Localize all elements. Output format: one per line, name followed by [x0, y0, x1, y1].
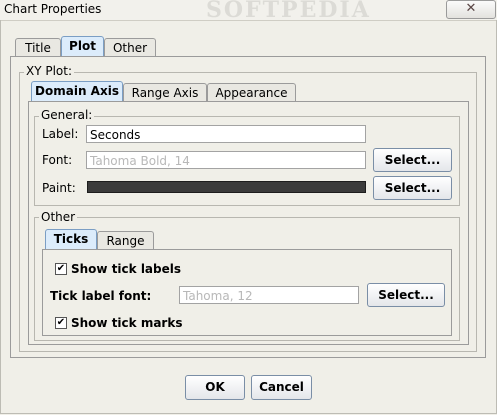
paint-caption: Paint: [42, 181, 76, 195]
checkmark-icon: ✔ [56, 317, 66, 328]
tick-font-display: Tahoma, 12 [179, 286, 359, 304]
tick-font-select-button[interactable]: Select... [367, 283, 445, 307]
tab-plot-label: Plot [69, 39, 96, 53]
tab-domain-axis[interactable]: Domain Axis [31, 81, 123, 101]
tab-appearance[interactable]: Appearance [207, 83, 296, 101]
show-tick-labels-label: Show tick labels [71, 262, 182, 276]
tab-title[interactable]: Title [15, 38, 61, 56]
paint-select-button[interactable]: Select... [373, 176, 452, 200]
tab-other[interactable]: Other [104, 38, 156, 56]
tab-range-label: Range [106, 234, 145, 248]
show-tick-marks-checkbox[interactable]: ✔ [55, 317, 67, 329]
general-title: General: [39, 108, 95, 122]
tick-font-caption: Tick label font: [50, 289, 152, 303]
other-title: Other [39, 210, 78, 224]
label-input[interactable]: Seconds [86, 125, 366, 143]
tab-domain-axis-label: Domain Axis [35, 84, 119, 98]
close-button[interactable]: ✕ [446, 0, 496, 19]
tab-title-label: Title [25, 41, 51, 55]
xy-plot-title: XY Plot: [24, 64, 75, 78]
tab-range-axis-label: Range Axis [131, 86, 199, 100]
font-caption: Font: [42, 153, 73, 167]
tab-other-label: Other [112, 41, 148, 55]
tab-range-axis[interactable]: Range Axis [123, 83, 207, 101]
paint-swatch [87, 181, 366, 193]
font-display: Tahoma Bold, 14 [86, 151, 366, 169]
tab-ticks-label: Ticks [53, 232, 89, 246]
show-tick-marks-label: Show tick marks [71, 316, 183, 330]
title-bar: Chart Properties SOFTPEDIA ✕ [0, 0, 497, 23]
close-x-icon: ✕ [465, 1, 477, 16]
show-tick-labels-checkbox[interactable]: ✔ [55, 263, 67, 275]
tab-ticks[interactable]: Ticks [45, 229, 97, 249]
ok-button[interactable]: OK [185, 375, 245, 400]
tab-range[interactable]: Range [97, 231, 154, 249]
cancel-button[interactable]: Cancel [251, 375, 312, 400]
font-select-button[interactable]: Select... [373, 148, 452, 172]
checkmark-icon: ✔ [56, 263, 66, 274]
tab-plot[interactable]: Plot [61, 36, 104, 56]
label-caption: Label: [42, 127, 79, 141]
window-title: Chart Properties [4, 2, 102, 16]
tab-appearance-label: Appearance [215, 86, 288, 100]
